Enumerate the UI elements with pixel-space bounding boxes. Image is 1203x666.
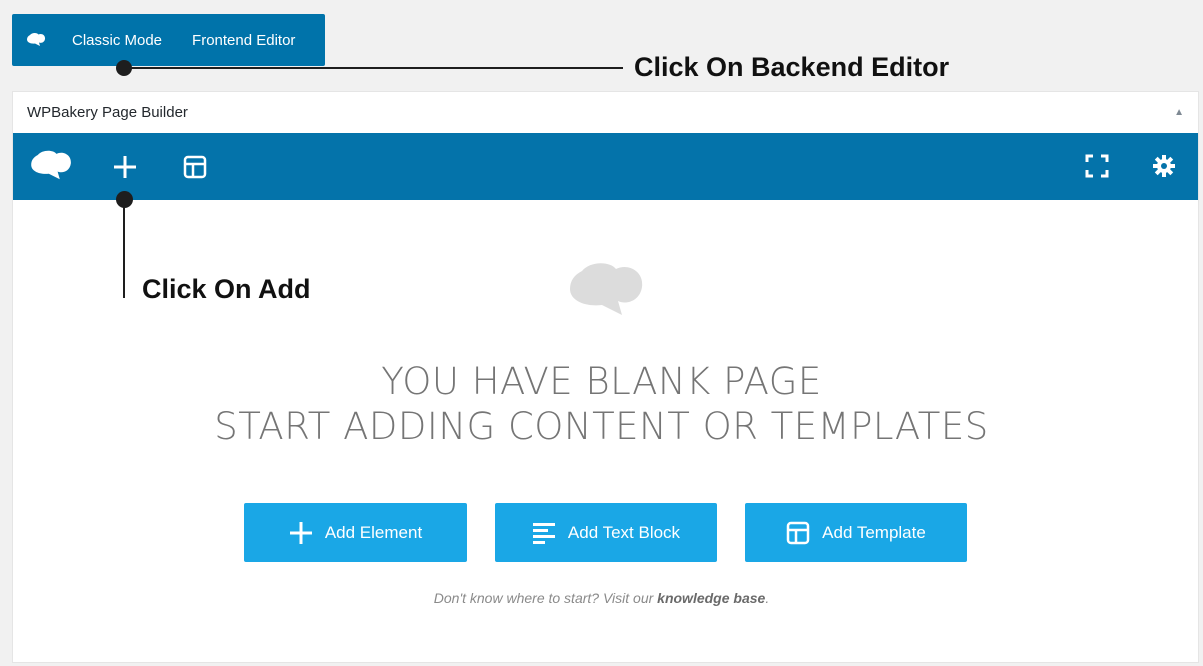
blank-page-heading: YOU HAVE BLANK PAGE bbox=[381, 360, 822, 403]
help-text-prefix: Don't know where to start? Visit our bbox=[433, 590, 658, 606]
knowledge-base-link[interactable]: knowledge base bbox=[657, 590, 765, 606]
panel-header: WPBakery Page Builder ▲ bbox=[13, 92, 1198, 133]
gear-icon[interactable] bbox=[1149, 151, 1179, 181]
callout-line-add bbox=[123, 200, 125, 298]
wpbakery-logo-icon bbox=[26, 33, 46, 47]
fullscreen-icon[interactable] bbox=[1082, 151, 1112, 181]
add-element-button[interactable]: Add Element bbox=[244, 503, 467, 562]
frontend-editor-button[interactable]: Frontend Editor bbox=[192, 32, 295, 49]
blank-page-logo-icon bbox=[566, 262, 646, 325]
collapse-toggle-icon[interactable]: ▲ bbox=[1174, 107, 1184, 118]
add-text-block-label: Add Text Block bbox=[567, 522, 681, 542]
text-lines-icon bbox=[532, 522, 555, 544]
callout-label-backend: Click On Backend Editor bbox=[634, 52, 950, 82]
template-icon bbox=[786, 521, 810, 544]
callout-line-backend bbox=[124, 67, 623, 69]
blank-page-subheading: START ADDING CONTENT OR TEMPLATES bbox=[214, 405, 989, 448]
logo-icon[interactable] bbox=[27, 149, 75, 183]
panel-title: WPBakery Page Builder bbox=[27, 104, 188, 121]
add-template-button[interactable]: Add Template bbox=[745, 503, 967, 562]
plus-icon[interactable] bbox=[109, 151, 141, 183]
help-text: Don't know where to start? Visit our kno… bbox=[0, 590, 1203, 606]
add-template-label: Add Template bbox=[822, 522, 926, 542]
help-text-suffix: . bbox=[765, 590, 770, 606]
add-element-label: Add Element bbox=[324, 522, 423, 542]
add-text-block-button[interactable]: Add Text Block bbox=[495, 503, 717, 562]
callout-label-add: Click On Add bbox=[142, 274, 311, 304]
classic-mode-button[interactable]: Classic Mode bbox=[72, 32, 162, 49]
builder-toolbar bbox=[13, 133, 1198, 200]
editor-mode-bar: Classic Mode Frontend Editor bbox=[12, 14, 325, 66]
template-icon[interactable] bbox=[179, 151, 211, 183]
plus-icon bbox=[289, 521, 312, 544]
